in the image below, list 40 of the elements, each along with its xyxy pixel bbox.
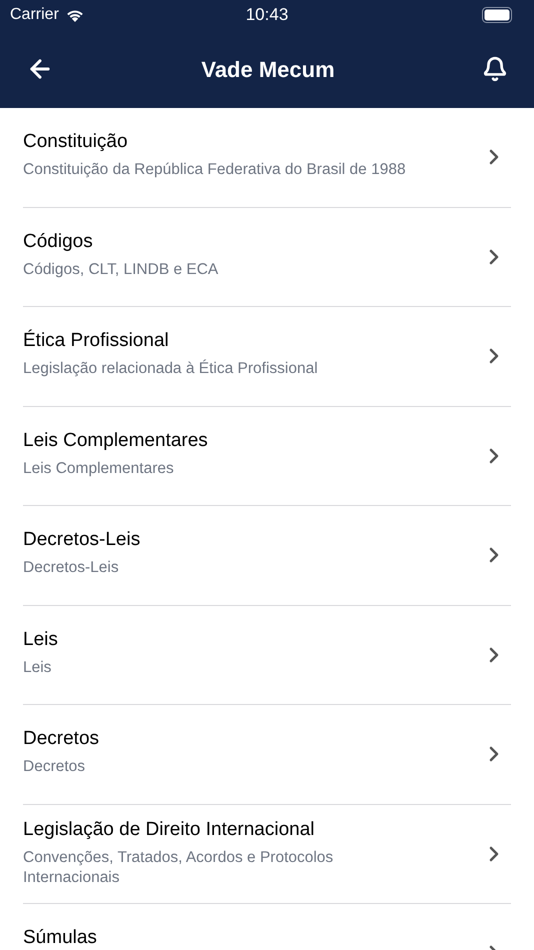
- clock: 10:43: [246, 4, 288, 26]
- item-title: Decretos: [23, 729, 100, 750]
- item-subtitle: Decretos: [23, 757, 86, 778]
- item-subtitle: Leis: [23, 658, 52, 678]
- list-item[interactable]: Códigos Códigos, CLT, LINDB e ECA: [23, 208, 511, 307]
- item-subtitle: Convenções, Tratados, Acordos e Protocolos Internacionais: [23, 848, 334, 888]
- chevron-icon: [489, 348, 499, 364]
- list-item[interactable]: Constituição Constituição da República Federativa do Brasil de 1988: [23, 108, 511, 208]
- list-item[interactable]: Decretos Decretos: [23, 705, 511, 804]
- chevron-icon: [489, 646, 499, 663]
- chevron-icon: [489, 448, 499, 464]
- item-title: Decretos-Leis: [23, 530, 142, 550]
- item-title: Legislação de Direito Internacional: [23, 820, 316, 840]
- wifi-icon: [64, 8, 85, 22]
- list-item[interactable]: Leis Leis: [23, 606, 511, 705]
- chevron-icon: [489, 149, 499, 166]
- list-item[interactable]: Ética Profissional Legislação relacionada à Ética Profissional: [23, 307, 511, 406]
- item-title: Ética Profissional: [23, 331, 170, 352]
- item-title: Códigos: [23, 232, 94, 252]
- page-title: Vade Mecum: [201, 56, 335, 84]
- item-title: Leis: [23, 630, 59, 650]
- item-subtitle: Legislação relacionada à Ética Profissional: [23, 359, 319, 380]
- battery-icon: [482, 7, 512, 23]
- chevron-icon: [489, 248, 499, 265]
- list-item[interactable]: Leis Complementares Leis Complementares: [23, 406, 511, 506]
- list-item[interactable]: Legislação de Direito Internacional Convenções, Tratados, Acordos e Protocolos Internacionais: [23, 804, 511, 904]
- item-title: Leis Complementares: [23, 430, 209, 451]
- item-subtitle: Decretos-Leis: [23, 558, 120, 578]
- item-title: Súmulas: [23, 928, 98, 948]
- carrier-label: Carrier: [10, 5, 59, 25]
- chevron-icon: [489, 846, 499, 862]
- notifications-button[interactable]: [482, 56, 508, 82]
- item-subtitle: Códigos, CLT, LINDB e ECA: [23, 260, 220, 280]
- item-subtitle: Leis Complementares: [23, 458, 175, 479]
- chevron-icon: [489, 746, 499, 762]
- item-title: Constituição: [23, 132, 129, 152]
- list-item[interactable]: Decretos-Leis Decretos-Leis: [23, 506, 511, 606]
- item-subtitle: Constituição da República Federativa do Brasil de 1988: [23, 160, 407, 180]
- list-item[interactable]: Súmulas: [23, 904, 511, 950]
- chevron-icon: [489, 547, 499, 564]
